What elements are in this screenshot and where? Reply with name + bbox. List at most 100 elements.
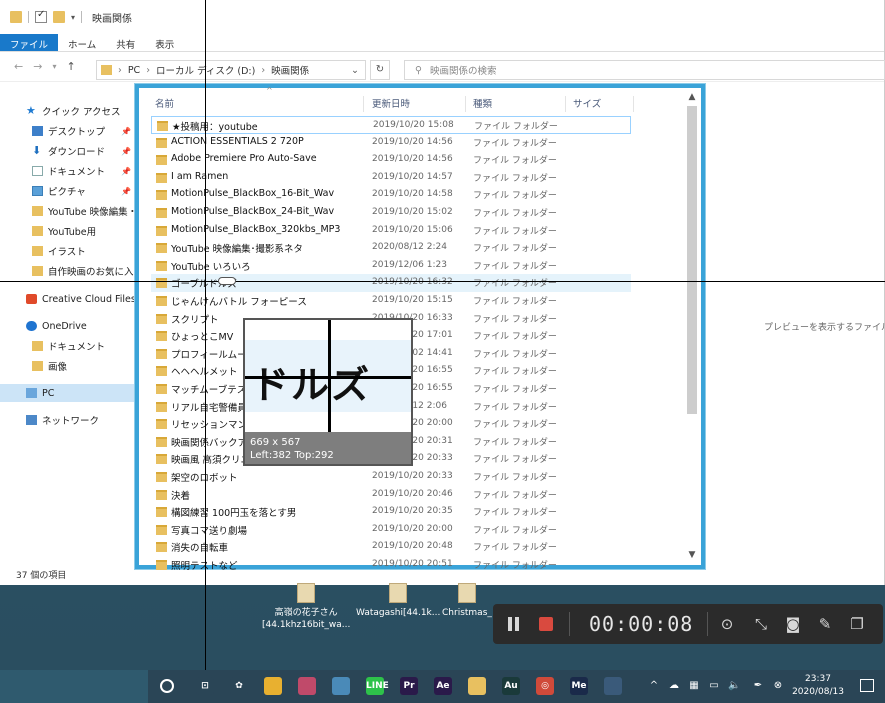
screenshot-region-icon[interactable]: ⊙ [717, 614, 737, 634]
nav-folder-illust[interactable]: イラスト [32, 242, 135, 260]
recent-dropdown-icon[interactable]: ▾ [52, 62, 56, 71]
pen-icon[interactable]: ✎ [815, 614, 835, 634]
camera-icon[interactable]: ◙ [783, 614, 803, 634]
list-item[interactable]: 消失の自転車 2019/10/20 20:48 ファイル フォルダー [151, 538, 631, 556]
desktop-file-hanako[interactable]: 高嶺の花子さん [44.1khz16bit_wa... [262, 583, 350, 631]
stop-button[interactable] [539, 617, 553, 631]
up-arrow-icon[interactable]: ↑ [66, 60, 75, 73]
back-arrow-icon[interactable]: ← [14, 60, 23, 73]
tab-home[interactable]: ホーム [58, 34, 106, 51]
tab-view[interactable]: 表示 [145, 34, 184, 51]
line-icon[interactable]: LINE [366, 677, 389, 695]
properties-check-icon[interactable] [35, 9, 47, 23]
scroll-up-icon[interactable]: ▲ [687, 92, 697, 102]
breadcrumb-folder[interactable]: 映画関係 [271, 63, 309, 77]
vertical-scrollbar[interactable]: ▲ ▼ [686, 92, 698, 562]
edge-icon[interactable] [298, 677, 316, 695]
breadcrumb-pc[interactable]: PC [128, 65, 140, 76]
pen-tray-icon[interactable]: ✒ [752, 680, 764, 692]
column-type[interactable]: 種類 [473, 96, 492, 110]
list-item[interactable]: I am Ramen 2019/10/20 14:57 ファイル フォルダー [151, 169, 631, 187]
list-item[interactable]: 決着 2019/10/20 20:46 ファイル フォルダー [151, 486, 631, 504]
close-circle-icon[interactable]: ⊗ [772, 680, 784, 692]
forward-arrow-icon[interactable]: → [33, 60, 42, 73]
nav-folder-youtube[interactable]: YouTube用 [32, 222, 135, 240]
nav-folder-favorites[interactable]: 自作映画のお気に入 [32, 262, 135, 280]
pin-icon[interactable]: 📌 [121, 187, 131, 196]
pin-icon[interactable]: 📌 [121, 147, 131, 156]
system-clock[interactable]: 23:37 2020/08/13 [788, 673, 848, 699]
list-item[interactable]: MotionPulse_BlackBox_16-Bit_Wav 2019/10/2… [151, 186, 631, 204]
nav-documents[interactable]: ドキュメント 📌 [32, 162, 135, 180]
quick-access-dropdown-icon[interactable]: ▾ [71, 13, 75, 22]
list-item[interactable]: 構図練習 100円玉を落とす男 2019/10/20 20:35 ファイル フォルダ… [151, 503, 631, 521]
folder-icon [32, 341, 43, 351]
pin-icon[interactable]: 📌 [121, 127, 131, 136]
display-icon[interactable]: ▭ [708, 680, 720, 692]
window-icon[interactable]: ❐ [847, 614, 867, 634]
onedrive-tray-icon[interactable]: ☁ [668, 680, 680, 692]
search-input[interactable]: ⚲ 映画関係の検索 [404, 60, 885, 80]
list-item[interactable]: MotionPulse_BlackBox_24-Bit_Wav 2019/10/2… [151, 204, 631, 222]
column-divider[interactable] [465, 96, 466, 112]
nav-desktop[interactable]: デスクトップ 📌 [32, 122, 135, 140]
file-explorer-icon[interactable] [468, 677, 486, 695]
list-item[interactable]: MotionPulse_BlackBox_320kbs_MP3 2019/10/2… [151, 222, 631, 240]
pause-button[interactable] [507, 616, 521, 632]
task-view-icon[interactable]: ⊡ [196, 677, 214, 695]
nav-pc[interactable]: PC [0, 384, 135, 402]
nav-pictures[interactable]: ピクチャ 📌 [32, 182, 135, 200]
list-item[interactable]: 照明テストなど2019/10/20 20:51ファイル フォルダー [151, 556, 631, 574]
column-divider[interactable] [363, 96, 364, 112]
premiere-icon[interactable]: Pr [400, 677, 418, 695]
notification-icon[interactable] [860, 679, 874, 692]
after-effects-icon[interactable]: Ae [434, 677, 452, 695]
folder-icon [101, 65, 112, 75]
tray-app-icon[interactable]: ▦ [688, 680, 700, 692]
cortana-icon[interactable] [160, 679, 174, 693]
paint-icon[interactable] [332, 677, 350, 695]
nav-label: イラスト [48, 247, 86, 258]
item-date: 2019/10/20 15:02 [372, 207, 453, 217]
nav-onedrive-documents[interactable]: ドキュメント [32, 337, 135, 355]
list-item[interactable]: じゃんけんバトル フォーピース 2019/10/20 15:15 ファイル フォルダ… [151, 292, 631, 310]
capture-region-frame[interactable]: ^ 名前 更新日時 種類 サイズ ★投稿用：youtube 2019/10/20 … [135, 84, 705, 572]
list-item[interactable]: YouTube いろいろ 2019/12/06 1:23 ファイル フォルダー [151, 257, 631, 275]
scroll-down-icon[interactable]: ▼ [687, 550, 697, 560]
address-bar[interactable]: › PC › ローカル ディスク (D:) › 映画関係 ⌄ [96, 60, 366, 80]
list-item[interactable]: Adobe Premiere Pro Auto-Save 2019/10/20 1… [151, 151, 631, 169]
chrome-icon[interactable] [264, 677, 282, 695]
palette-icon[interactable]: ✿ [230, 677, 248, 695]
nav-onedrive-images[interactable]: 画像 [32, 357, 135, 375]
nav-downloads[interactable]: ⬇ ダウンロード 📌 [32, 142, 135, 160]
volume-icon[interactable]: 🔈 [728, 680, 740, 692]
nav-folder-youtube-edit[interactable]: YouTube 映像編集・撮 [32, 202, 135, 220]
fit-icon[interactable]: ⤡ [751, 614, 771, 634]
media-encoder-icon[interactable]: Me [570, 677, 588, 695]
column-divider[interactable] [565, 96, 566, 112]
column-size[interactable]: サイズ [573, 96, 601, 110]
refresh-button[interactable]: ↻ [370, 60, 390, 80]
scroll-thumb[interactable] [687, 106, 697, 414]
list-item[interactable]: ★投稿用：youtube 2019/10/20 15:08 ファイル フォルダー [151, 116, 631, 134]
list-item[interactable]: 写真コマ送り劇場 2019/10/20 20:00 ファイル フォルダー [151, 521, 631, 539]
address-dropdown-icon[interactable]: ⌄ [351, 65, 359, 76]
list-item[interactable]: YouTube 映像編集･撮影系ネタ 2020/08/12 2:24 ファイル フォ… [151, 239, 631, 257]
audition-icon[interactable]: Au [502, 677, 520, 695]
tab-share[interactable]: 共有 [106, 34, 145, 51]
show-hidden-icons-chevron-icon[interactable]: ^ [648, 680, 660, 692]
column-name[interactable]: 名前 [155, 96, 174, 110]
item-type: ファイル フォルダー [473, 525, 557, 536]
column-date[interactable]: 更新日時 [372, 96, 410, 110]
recorder-app-icon[interactable]: ◎ [536, 677, 554, 695]
video-app-icon[interactable] [604, 677, 622, 695]
tab-file[interactable]: ファイル [0, 34, 59, 51]
magnifier-readout: 669 x 567 Left:382 Top:292 [245, 432, 411, 464]
desktop-file-watagashi[interactable]: Watagashi[44.1k... [356, 583, 440, 619]
column-divider[interactable] [633, 96, 634, 112]
list-item[interactable]: 架空のロボット2019/10/20 20:33ファイル フォルダー [151, 468, 631, 486]
new-folder-icon[interactable] [53, 11, 65, 23]
desktop-file-christmas[interactable]: Christmas_ [442, 583, 492, 619]
list-item[interactable]: ACTION ESSENTIALS 2 720P 2019/10/20 14:56… [151, 134, 631, 152]
pin-icon[interactable]: 📌 [121, 167, 131, 176]
